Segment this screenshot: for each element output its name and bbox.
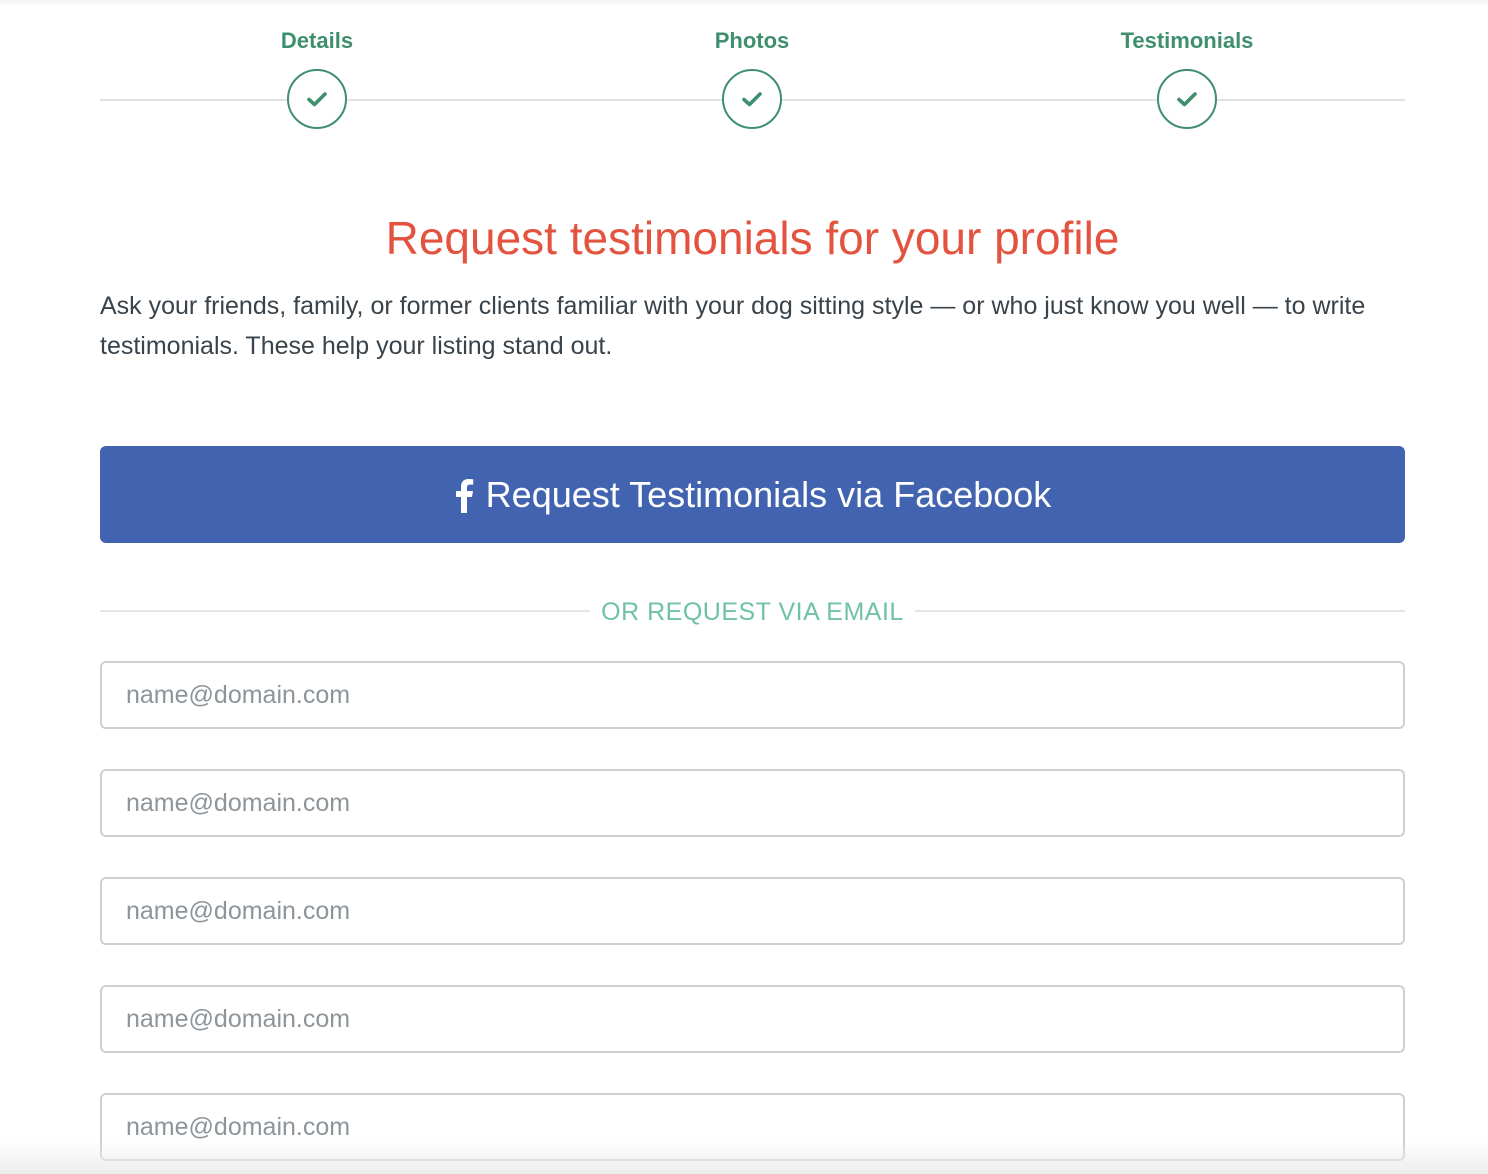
email-divider: OR REQUEST VIA EMAIL [100,594,1405,630]
step-complete-circle [722,69,782,129]
step-complete-circle [1157,69,1217,129]
step-complete-circle [287,69,347,129]
email-field-5[interactable] [100,1093,1405,1161]
step-testimonials[interactable]: Testimonials [1087,26,1287,129]
intro-text: Ask your friends, family, or former clie… [100,292,1366,360]
step-label: Details [280,28,354,53]
request-facebook-button[interactable]: Request Testimonials via Facebook [100,446,1405,543]
divider-label: OR REQUEST VIA EMAIL [601,598,904,626]
check-icon [307,92,327,107]
step-label: Photos [714,28,790,53]
email-field-3[interactable] [100,877,1405,945]
page-title: Request testimonials for your profile [385,212,1120,264]
email-field-4[interactable] [100,985,1405,1053]
check-icon [742,92,762,107]
testimonials-page: Details Photos Testimonials Request test… [0,0,1488,1174]
step-photos[interactable]: Photos [652,26,852,129]
email-field-1[interactable] [100,661,1405,729]
progress-stepper: Details Photos Testimonials [100,0,1405,150]
facebook-button-label: Request Testimonials via Facebook [485,473,1052,515]
facebook-icon [454,477,474,513]
step-details[interactable]: Details [217,26,417,129]
check-icon [1177,92,1197,107]
step-label: Testimonials [1120,28,1254,53]
email-field-2[interactable] [100,769,1405,837]
